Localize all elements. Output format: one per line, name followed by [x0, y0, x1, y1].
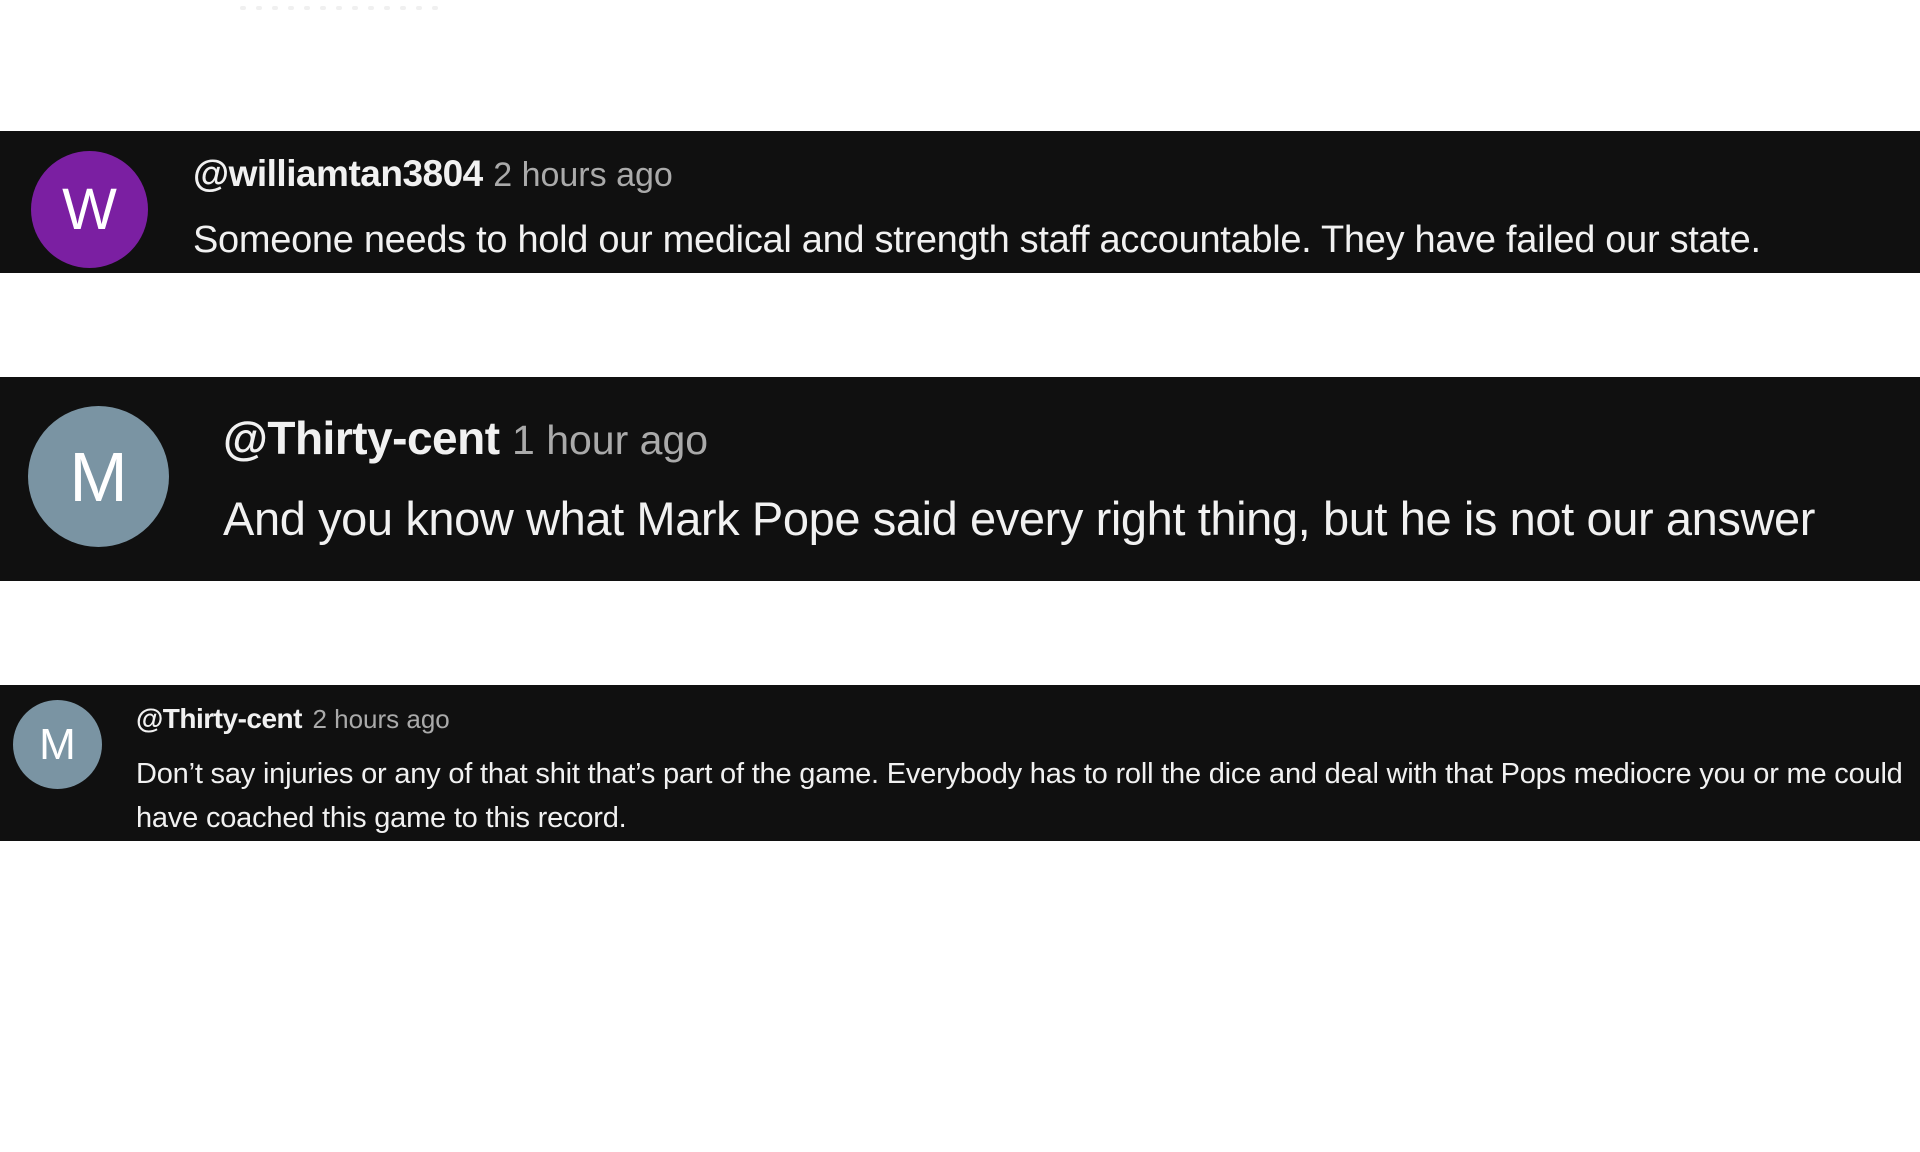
- comment-header: @Thirty-cent 1 hour ago: [223, 411, 708, 465]
- author-handle[interactable]: @Thirty-cent: [223, 412, 500, 464]
- faded-top-decoration: [240, 6, 480, 12]
- comment-header: @Thirty-cent 2 hours ago: [136, 703, 450, 735]
- comment-header: @williamtan3804 2 hours ago: [193, 153, 673, 195]
- timestamp[interactable]: 1 hour ago: [512, 417, 708, 463]
- timestamp[interactable]: 2 hours ago: [312, 704, 449, 734]
- comment-card: M @Thirty-cent 1 hour ago And you know w…: [0, 377, 1920, 581]
- avatar[interactable]: W: [31, 151, 148, 268]
- timestamp[interactable]: 2 hours ago: [493, 156, 673, 194]
- comment-card: W @williamtan3804 2 hours ago Someone ne…: [0, 131, 1920, 273]
- author-handle[interactable]: @Thirty-cent: [136, 703, 302, 734]
- comment-text: And you know what Mark Pope said every r…: [223, 492, 1815, 545]
- author-handle[interactable]: @williamtan3804: [193, 153, 483, 194]
- screenshot-canvas: W @williamtan3804 2 hours ago Someone ne…: [0, 0, 1920, 1152]
- avatar[interactable]: M: [13, 700, 102, 789]
- comment-card: M @Thirty-cent 2 hours ago Don’t say inj…: [0, 685, 1920, 841]
- comment-text: Someone needs to hold our medical and st…: [193, 219, 1761, 261]
- avatar[interactable]: M: [28, 406, 169, 547]
- comment-text: Don’t say injuries or any of that shit t…: [136, 758, 1903, 834]
